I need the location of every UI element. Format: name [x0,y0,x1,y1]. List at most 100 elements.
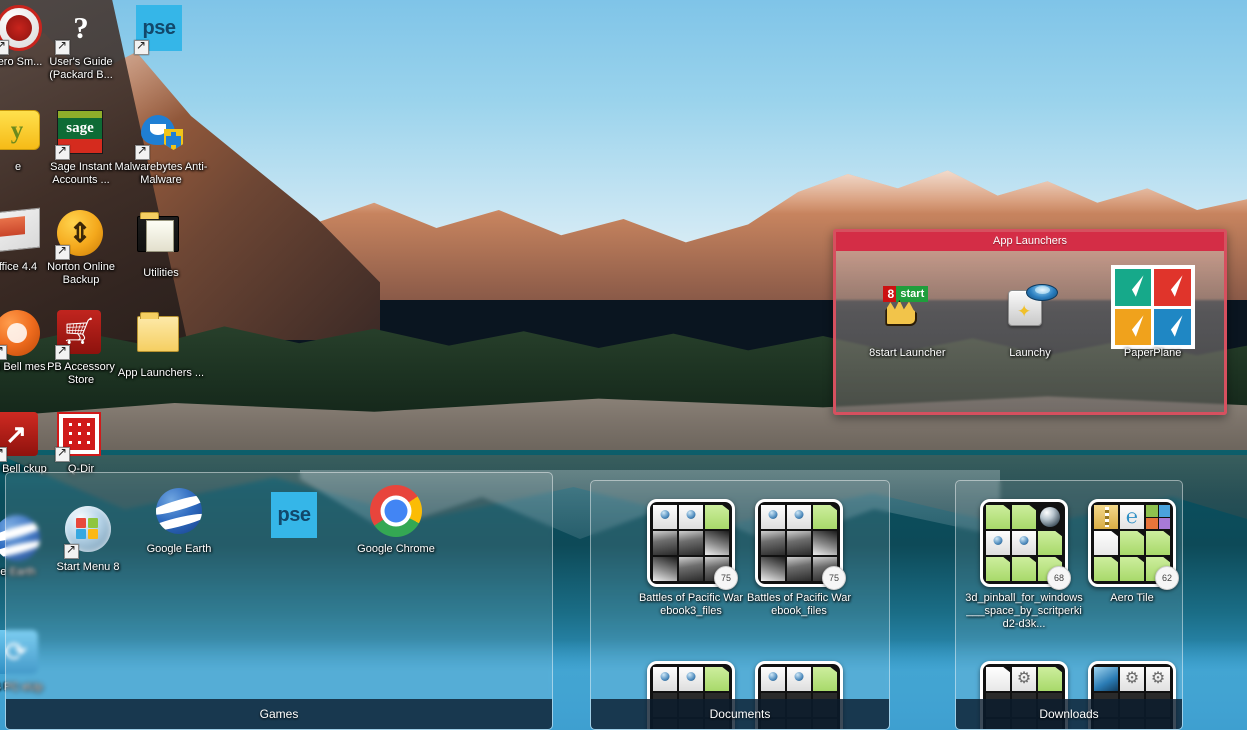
stack-downloads[interactable]: 68 3d_pinball_for_windows___space_by_scri… [955,480,1183,730]
stack-games-label: Games [6,699,552,729]
google-earth-icon [151,483,207,539]
documents-item-label: Battles of Pacific War ebook_files [746,592,852,617]
folder-thumbnail: 62 [1088,499,1179,590]
thumbnail-cell [761,557,785,581]
folder-thumbnail: 75 [647,499,738,590]
photoshop-elements-icon [134,5,184,55]
thumbnail-cell [653,505,677,529]
downloads-item-3d-pinball-space[interactable]: 68 3d_pinball_for_windows___space_by_scri… [964,499,1084,631]
thumbnail-cell [705,531,729,555]
folder-thumbnail: 68 [980,499,1071,590]
launcher-item-launchy[interactable]: Launchy [969,267,1092,359]
users-guide-icon [55,5,105,55]
utilities-folder-icon [137,212,185,264]
sage-instant-accounts-icon: sage [55,110,105,160]
thumbnail-cell [1120,557,1144,581]
thumbnail-cell [813,531,837,555]
thumbnail-cell [813,505,837,529]
thumbnail-cell [1012,531,1036,555]
thumbnail-cell [1038,667,1062,691]
launcher-item-paperplane[interactable]: PaperPlane [1091,265,1214,359]
downloads-item-aero-tile[interactable]: 62Aero Tile [1072,499,1182,605]
malwarebytes-anti-malware-icon [135,110,185,160]
folder-thumbnail: 75 [755,499,846,590]
thumbnail-cell [1094,667,1118,691]
thumbnail-cell [761,667,785,691]
paperplane-tile [1154,308,1191,345]
pb-accessory-store-icon [55,310,105,360]
thumbnail-cell [1146,667,1170,691]
thumbnail-cell [986,531,1010,555]
shortcut-overlay-icon [0,38,9,55]
thumbnail-cell [1120,531,1144,555]
app-launchers-title: App Launchers [836,232,1224,251]
thumbnail-cell [1146,531,1170,555]
thumbnail-cell [787,531,811,555]
app-launchers-folder-icon [137,312,185,364]
desktop-icon-label: Utilities [143,267,179,279]
desktop-icon-utilities-folder[interactable]: Utilities [113,210,209,280]
thumbnail-cell [653,557,677,581]
thumbnail-cell [679,557,703,581]
thumbnail-cell [1094,505,1118,529]
thumbnail-cell [1012,557,1036,581]
shortcut-overlay-icon [134,38,149,55]
games-item-google-earth[interactable]: Google Earth [119,483,239,555]
photoshop-elements-stack-icon [266,487,322,543]
thumbnail-cell [679,505,703,529]
downloads-item-label: 3d_pinball_for_windows___space_by_scritp… [965,592,1083,630]
documents-item-battles-pacific-ebook3[interactable]: 75 Battles of Pacific War ebook3_files [631,499,751,618]
q-dir-icon [55,412,105,462]
desktop-icon-q-dir[interactable]: Q-Dir [33,412,129,476]
item-count-badge: 62 [1155,566,1179,590]
thumbnail-cell [1094,557,1118,581]
thumbnail-cell [787,505,811,529]
shortcut-overlay-icon [0,445,7,462]
thumbnail-cell [1038,531,1062,555]
app-launchers-panel[interactable]: App Launchers 8 start 8start Launcher La… [833,229,1227,415]
thumbnail-cell [1012,667,1036,691]
item-count-badge: 68 [1047,566,1071,590]
shortcut-overlay-icon [55,38,70,55]
8start-launcher-icon: 8 start [846,267,969,347]
thumbnail-cell [679,531,703,555]
shortcut-overlay-icon [0,343,7,360]
documents-item-battles-pacific-ebook[interactable]: 75 Battles of Pacific War ebook_files [739,499,859,618]
thumbnail-cell [986,557,1010,581]
desktop-icon-app-launchers-folder[interactable]: App Launchers ... [113,310,209,380]
shortcut-overlay-icon [64,542,79,559]
start-menu-8-icon [60,501,116,559]
paperplane-tile [1114,308,1152,345]
shortcut-overlay-icon [135,143,150,160]
item-count-badge: 75 [822,566,846,590]
thumbnail-cell [986,505,1010,529]
thumbnail-cell [986,667,1010,691]
launcher-label-launchy: Launchy [1009,347,1051,359]
desktop-icon-label: Malwarebytes Anti-Malware [114,161,208,186]
launchy-icon [969,267,1092,347]
thumbnail-cell [705,505,729,529]
desktop-icon-label: App Launchers ... [117,367,205,379]
games-item-google-chrome[interactable]: Google Chrome [336,483,456,555]
paperplane-tile [1154,269,1191,306]
stack-documents[interactable]: 75 Battles of Pacific War ebook3_files 75 B… [590,480,890,730]
thumbnail-cell [1146,505,1170,529]
thumbnail-cell [705,667,729,691]
thumbnail-cell [653,531,677,555]
thumbnail-cell [1094,531,1118,555]
shortcut-overlay-icon [55,445,70,462]
item-count-badge: 75 [714,566,738,590]
shortcut-overlay-icon [55,243,70,260]
stack-games[interactable]: Start Menu 8 Google Earth Google Chrome Ga… [5,472,553,730]
desktop-icon-photoshop-elements[interactable] [112,5,208,56]
launcher-item-8start[interactable]: 8 start 8start Launcher [846,267,969,359]
thumbnail-cell [761,505,785,529]
desktop-icon-malwarebytes-anti-malware[interactable]: Malwarebytes Anti-Malware [113,110,209,187]
thumbnail-cell [813,667,837,691]
games-item-label: Google Earth [146,543,212,555]
app-launchers-items: 8 start 8start Launcher Launchy [836,251,1224,359]
thumbnail-cell [761,531,785,555]
google-chrome-icon [368,483,424,539]
thumbnail-cell [1120,505,1144,529]
paperplane-tile [1114,269,1152,306]
